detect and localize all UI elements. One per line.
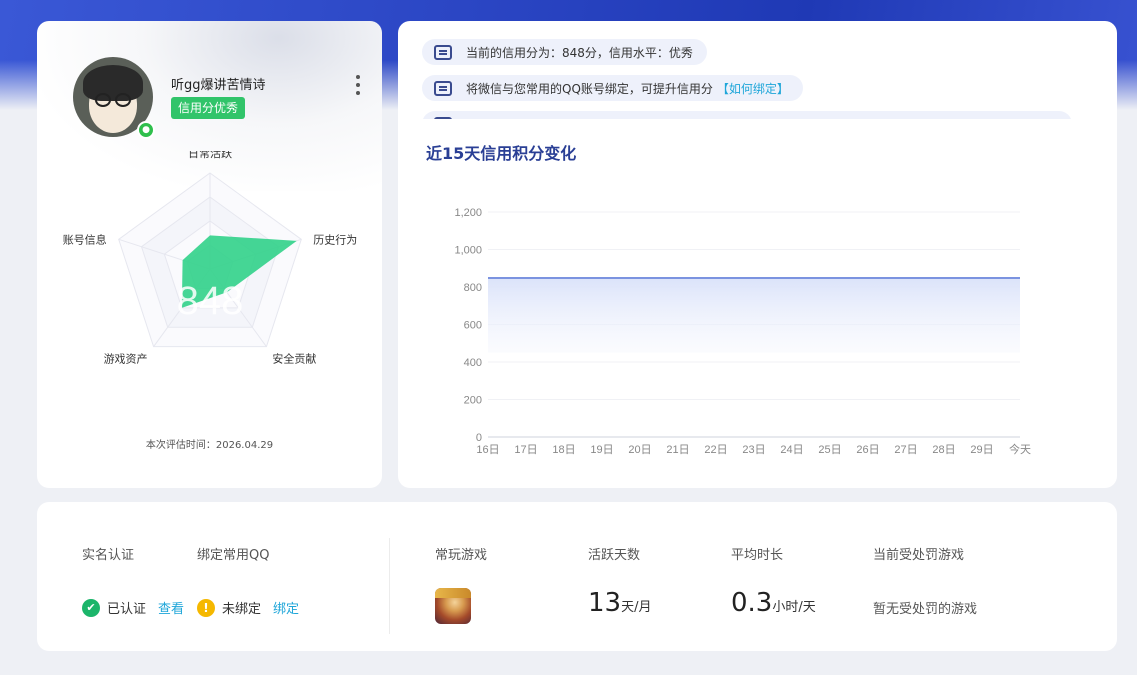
active-days-value: 13天/月 [588, 588, 651, 618]
active-days-label: 活跃天数 [588, 548, 641, 563]
message-icon [434, 116, 452, 119]
username: 听gg爆讲苦情诗 [171, 78, 266, 93]
avatar-glasses-left [95, 93, 111, 107]
divider [389, 538, 390, 634]
radar-axis-label: 日常活跃 [188, 151, 232, 160]
x-tick-label: 21日 [666, 444, 689, 456]
bind-qq-link[interactable]: 绑定 [273, 598, 299, 617]
games-label: 常玩游戏 [435, 548, 488, 563]
credit-score: 848 [177, 279, 244, 323]
x-tick-label: 今天 [1009, 442, 1031, 456]
credit-radar-chart: 848 日常活跃历史行为安全贡献 游戏资产 账号信息 [63, 151, 358, 366]
x-tick-label: 27日 [894, 444, 917, 456]
notice-bind-qq: 将微信与您常用的QQ账号绑定，可提升信用分 【如何绑定】 [422, 75, 803, 101]
x-tick-labels: 16日 17日 18日 19日 20日 21日 22日 23日 24日 25日 26日 27日 28日 2… [476, 442, 1031, 456]
notice-partial [422, 111, 1072, 119]
avg-time-label: 平均时长 [731, 548, 784, 563]
y-tick-label: 400 [464, 357, 482, 369]
y-tick-label: 600 [464, 320, 482, 332]
radar-axis-label: 安全贡献 [272, 352, 316, 366]
radar-axis-label: 账号信息 [63, 232, 107, 246]
profile-card: ● 听gg爆讲苦情诗 信用分优秀 848 日常活跃历史行为安全贡献 游戏资产 账号信… [37, 21, 382, 488]
evaluation-time: 本次评估时间：2026.04.29 [145, 440, 274, 451]
qq-status: ! 未绑定 绑定 [197, 598, 299, 617]
x-tick-label: 24日 [780, 444, 803, 456]
x-tick-label: 29日 [970, 444, 993, 456]
message-icon [434, 44, 452, 60]
avg-time-unit: 小时/天 [772, 600, 816, 615]
y-tick-label: 0 [476, 432, 482, 444]
credit-area [488, 278, 1020, 353]
wechat-icon: ● [137, 121, 155, 139]
x-tick-label: 22日 [704, 444, 727, 456]
credit-level-badge: 信用分优秀 [171, 97, 246, 119]
active-days-unit: 天/月 [621, 600, 652, 615]
warning-circle-icon: ! [197, 598, 215, 617]
avg-time-value: 0.3小时/天 [731, 588, 816, 618]
qq-status-text: 未绑定 [222, 602, 262, 617]
y-tick-label: 800 [464, 282, 482, 294]
game-hero-icon[interactable] [435, 588, 471, 624]
avatar-hair [83, 65, 143, 101]
account-stats-card: 实名认证 绑定常用QQ 常玩游戏 活跃天数 平均时长 当前受处罚游戏 ✔ 已认证… [37, 502, 1117, 651]
punished-label: 当前受处罚游戏 [873, 548, 965, 563]
check-circle-icon: ✔ [82, 598, 100, 617]
how-to-bind-link[interactable]: 【如何绑定】 [717, 80, 789, 97]
punished-games-text: 暂无受处罚的游戏 [873, 602, 978, 617]
realname-status-text: 已认证 [107, 602, 147, 617]
x-tick-label: 25日 [818, 444, 841, 456]
realname-status: ✔ 已认证 查看 [82, 598, 184, 617]
x-tick-label: 20日 [628, 444, 651, 456]
active-days-number: 13 [588, 588, 622, 618]
avatar-glasses-right [115, 93, 131, 107]
y-tick-labels: 0 200 400 600 800 1,000 1,200 [454, 207, 482, 444]
x-tick-label: 23日 [742, 444, 765, 456]
x-tick-label: 16日 [476, 444, 499, 456]
x-tick-label: 26日 [856, 444, 879, 456]
y-tick-label: 1,000 [454, 245, 482, 257]
x-tick-label: 19日 [590, 444, 613, 456]
notice-text: 当前的信用分为：848分，信用水平：优秀 [466, 45, 693, 60]
realname-label: 实名认证 [82, 548, 135, 563]
notice-scroll-overflow [398, 109, 1117, 119]
more-options-icon[interactable] [349, 75, 367, 95]
y-tick-label: 1,200 [454, 207, 482, 219]
view-realname-link[interactable]: 查看 [158, 598, 184, 617]
credit-trend-card: 当前的信用分为：848分，信用水平：优秀 将微信与您常用的QQ账号绑定，可提升信… [398, 21, 1117, 488]
radar-axis-label: 历史行为 [313, 233, 357, 246]
bind-qq-label: 绑定常用QQ [197, 548, 270, 563]
notice-current-score: 当前的信用分为：848分，信用水平：优秀 [422, 39, 707, 65]
avg-time-number: 0.3 [731, 588, 773, 618]
x-tick-label: 17日 [514, 444, 537, 456]
credit-trend-chart: 0 200 400 600 800 1,000 1,200 16日 17日 18日 19日 20日 2… [454, 207, 1031, 456]
x-tick-label: 28日 [932, 444, 955, 456]
x-tick-label: 18日 [552, 444, 575, 456]
y-tick-label: 200 [464, 395, 482, 407]
radar-axis-label: 游戏资产 [104, 352, 148, 366]
notice-text: 将微信与您常用的QQ账号绑定，可提升信用分 [466, 81, 713, 96]
message-icon [434, 80, 452, 96]
chart-title: 近15天信用积分变化 [426, 144, 577, 163]
